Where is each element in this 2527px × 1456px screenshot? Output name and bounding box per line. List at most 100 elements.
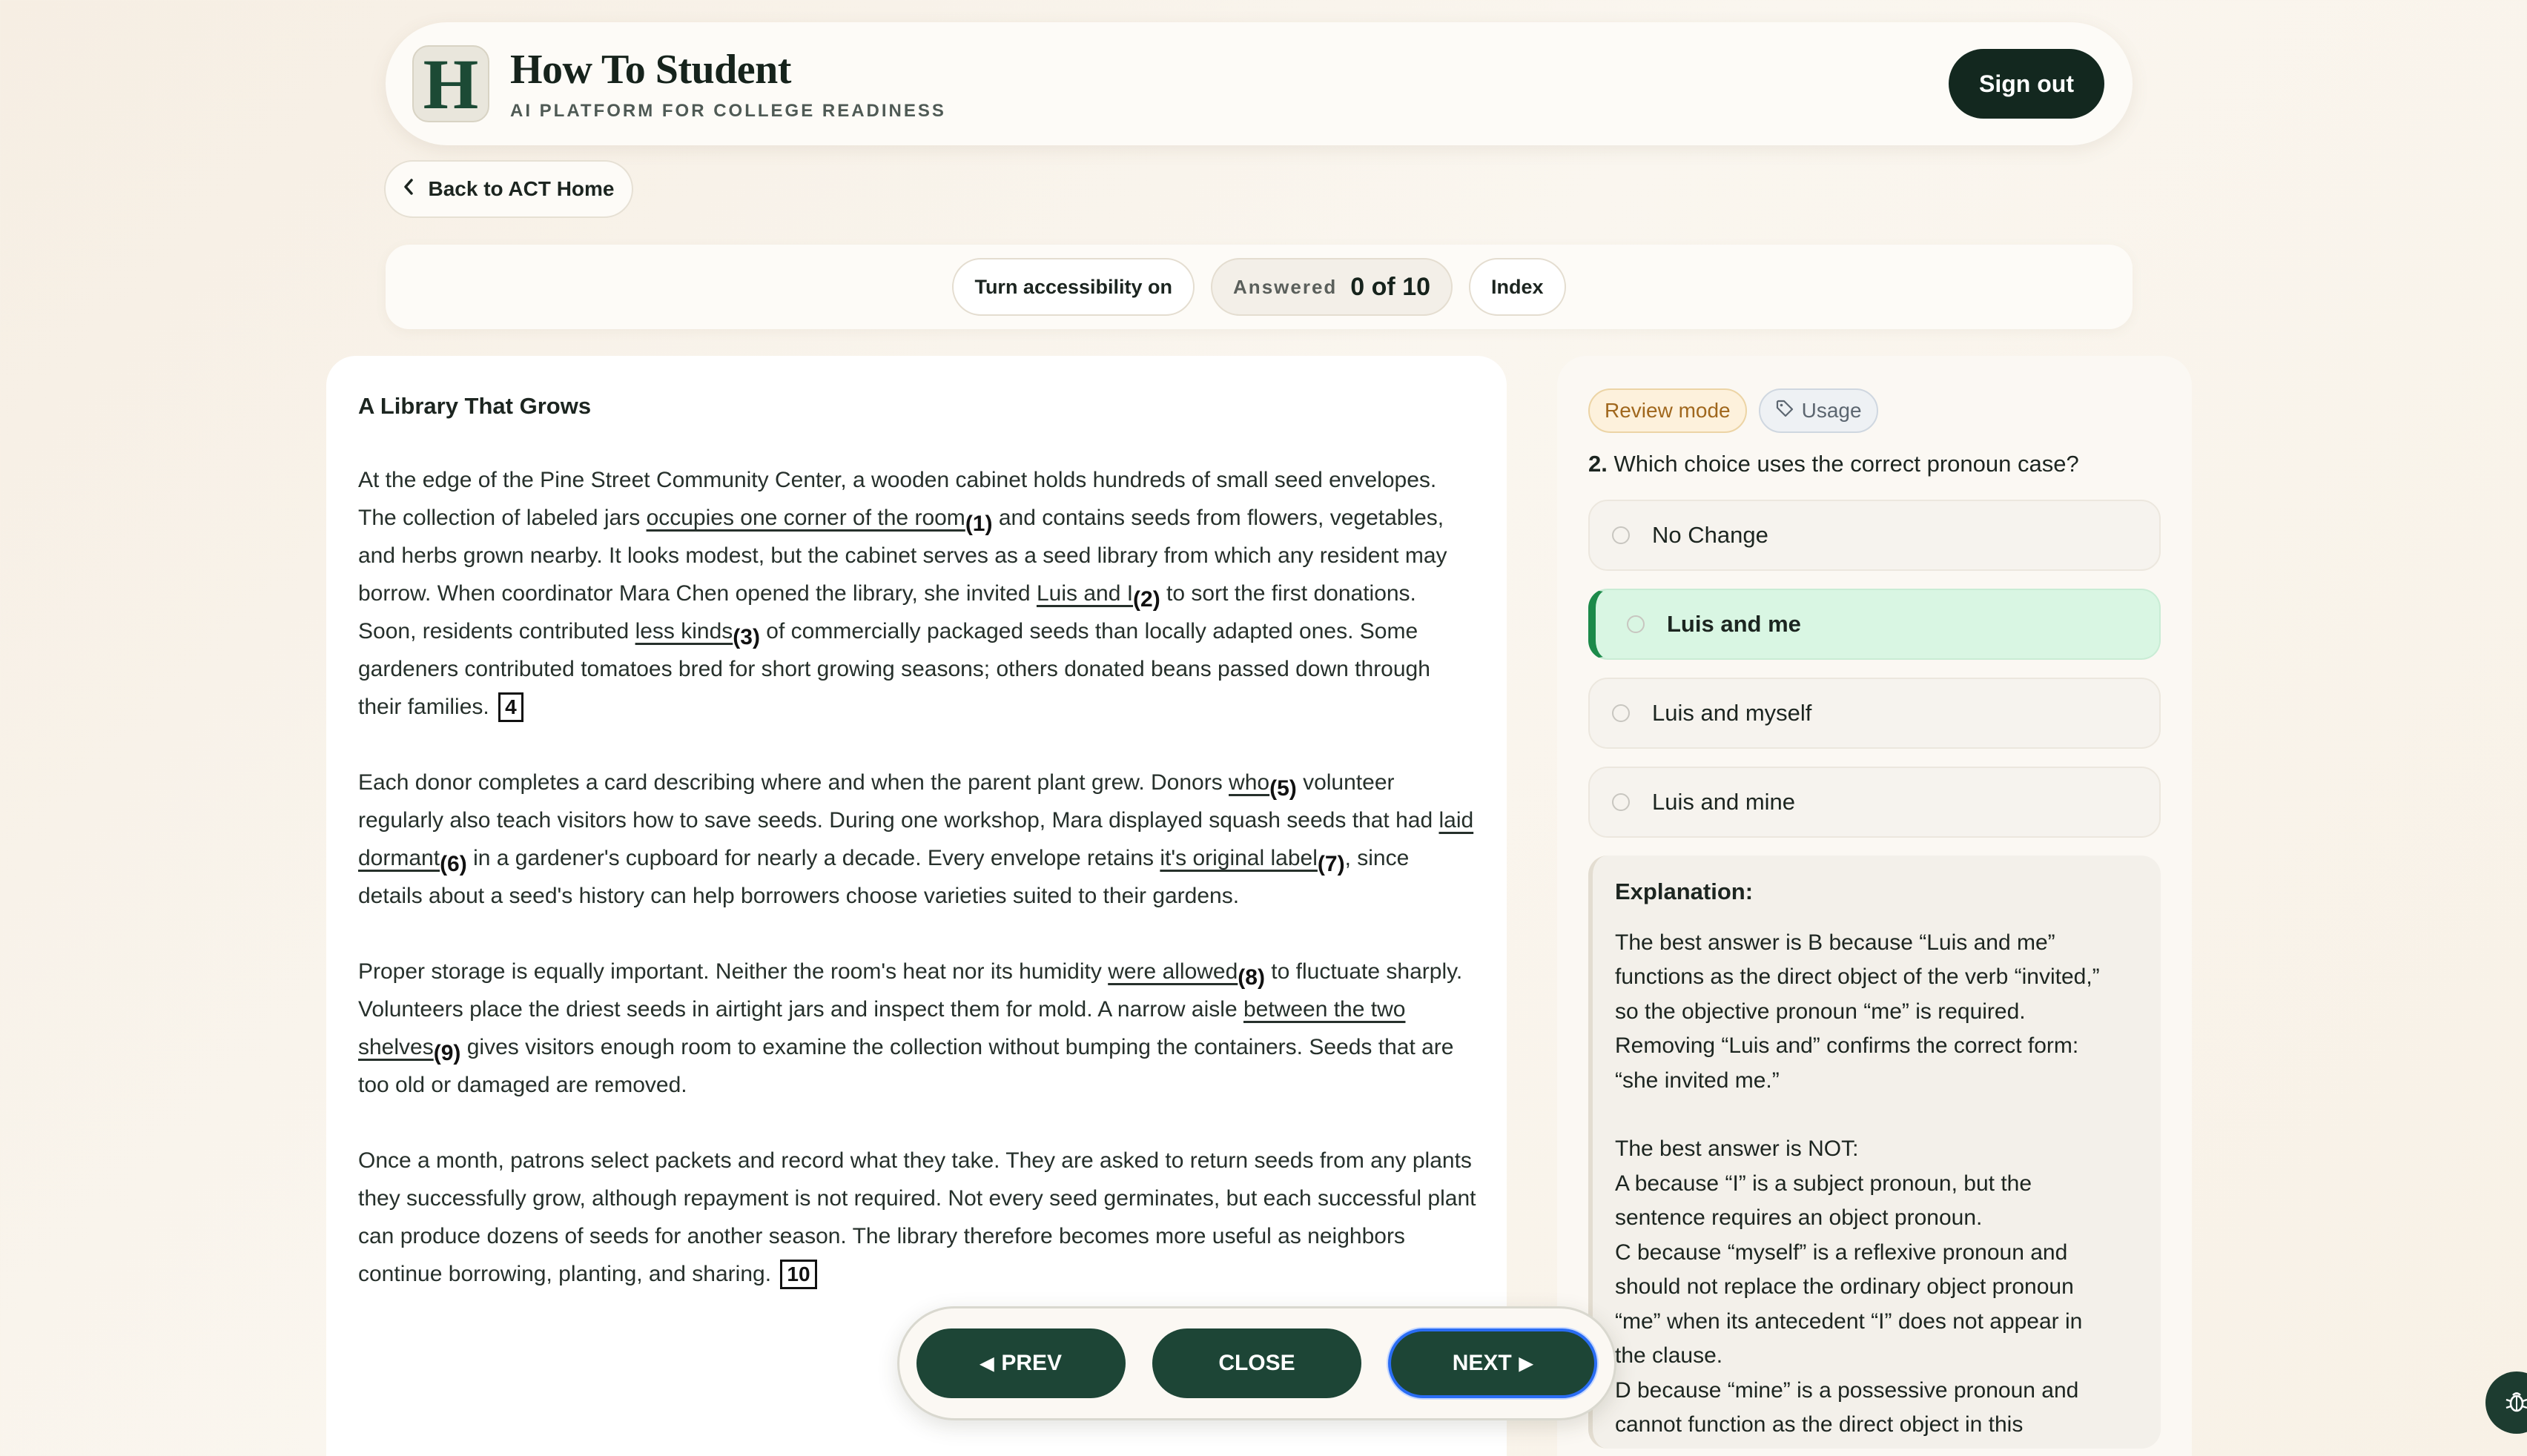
passage-text: Each donor completes a card describing w… xyxy=(358,770,1229,795)
question-text: Which choice uses the correct pronoun ca… xyxy=(1613,451,2079,477)
answer-choice[interactable]: No Change xyxy=(1588,500,2161,571)
answer-choice-label: No Change xyxy=(1652,522,1768,548)
underlined-portion[interactable]: Luis and I(2) xyxy=(1037,581,1160,612)
answer-choices: No Change Luis and me Luis and myself Luis … xyxy=(1588,500,2161,838)
question-marker: (8) xyxy=(1238,965,1265,990)
passage-text: gives visitors enough room to examine th… xyxy=(358,1035,1454,1097)
explanation-line: should not replace the ordinary object p… xyxy=(1615,1274,2074,1299)
explanation-line: so the objective pronoun “me” is require… xyxy=(1615,999,2026,1024)
chevron-left-icon xyxy=(403,177,414,201)
explanation-line: C because “myself” is a reflexive pronou… xyxy=(1615,1240,2068,1265)
explanation-body: The best answer is B because “Luis and m… xyxy=(1615,926,2138,1443)
app-header: H How To Student AI PLATFORM FOR COLLEGE… xyxy=(386,22,2133,145)
accessibility-toggle-button[interactable]: Turn accessibility on xyxy=(952,258,1195,316)
explanation-line: “me” when its antecedent “I” does not ap… xyxy=(1615,1308,2083,1334)
radio-icon xyxy=(1627,615,1645,633)
answer-choice-label: Luis and myself xyxy=(1652,700,1812,726)
test-toolbar: Turn accessibility on Answered 0 of 10 I… xyxy=(386,245,2133,329)
explanation-line: A because “I” is a subject pronoun, but … xyxy=(1615,1171,2032,1196)
explanation-line: Removing “Luis and” confirms the correct… xyxy=(1615,1033,2079,1058)
passage-paragraph: Each donor completes a card describing w… xyxy=(358,764,1477,915)
answer-choice[interactable]: Luis and myself xyxy=(1588,678,2161,749)
underlined-text: who xyxy=(1229,770,1270,795)
prev-label: PREV xyxy=(1001,1351,1063,1375)
explanation-line: cannot function as the direct object in … xyxy=(1615,1412,2024,1437)
question-number: 2. xyxy=(1588,451,1608,477)
close-button[interactable]: CLOSE xyxy=(1152,1328,1361,1398)
underlined-text: less kinds xyxy=(635,619,733,643)
next-label: NEXT xyxy=(1452,1351,1512,1375)
underlined-text: were allowed xyxy=(1108,959,1238,984)
radio-icon xyxy=(1612,526,1630,544)
question-marker: (3) xyxy=(733,625,760,649)
boxed-question-marker[interactable]: 4 xyxy=(498,692,523,722)
passage-paragraph: Proper storage is equally important. Nei… xyxy=(358,953,1477,1104)
explanation-box: Explanation: The best answer is B becaus… xyxy=(1588,856,2161,1449)
answer-choice-label: Luis and me xyxy=(1667,611,1801,637)
passage-text: Proper storage is equally important. Nei… xyxy=(358,959,1109,984)
underlined-text: occupies one corner of the room xyxy=(646,506,965,530)
brand-logo: H xyxy=(412,44,489,124)
answer-choice[interactable]: Luis and me xyxy=(1588,589,2161,660)
review-mode-tag: Review mode xyxy=(1588,388,1747,433)
question-nav-bar: ◀ PREV CLOSE NEXT ▶ xyxy=(897,1306,1616,1420)
back-button-label: Back to ACT Home xyxy=(428,177,615,200)
passage-text: in a gardener's cupboard for nearly a de… xyxy=(466,846,1160,870)
answered-value: 0 of 10 xyxy=(1350,272,1431,301)
question-marker: (5) xyxy=(1269,776,1297,801)
underlined-portion[interactable]: occupies one corner of the room(1) xyxy=(647,506,993,536)
underlined-text: Luis and I xyxy=(1036,581,1134,606)
explanation-title: Explanation: xyxy=(1615,878,1754,904)
explanation-spacer xyxy=(1615,1098,2138,1132)
question-marker: (9) xyxy=(433,1041,461,1065)
mode-tags: Review mode Usage xyxy=(1588,388,2161,433)
next-button[interactable]: NEXT ▶ xyxy=(1388,1328,1597,1398)
explanation-line: sentence requires an object pronoun. xyxy=(1615,1205,1983,1230)
passage-title: A Library That Grows xyxy=(358,393,592,419)
underlined-portion[interactable]: it's original label(7) xyxy=(1160,846,1344,876)
answer-choice[interactable]: Luis and mine xyxy=(1588,767,2161,838)
boxed-question-marker[interactable]: 10 xyxy=(780,1260,817,1289)
tag-icon xyxy=(1775,399,1794,423)
triangle-left-icon: ◀ xyxy=(980,1353,994,1374)
explanation-line: functions as the direct object of the ve… xyxy=(1615,964,2100,989)
explanation-line: “she invited me.” xyxy=(1615,1068,1780,1093)
question-panel: Review mode Usage 2. Which choice uses t… xyxy=(1557,356,2192,1456)
explanation-line: D because “mine” is a possessive pronoun… xyxy=(1615,1377,2079,1403)
index-button[interactable]: Index xyxy=(1469,258,1566,316)
question-marker: (6) xyxy=(440,852,467,876)
usage-tag[interactable]: Usage xyxy=(1758,388,1878,433)
passage-body: At the edge of the Pine Street Community… xyxy=(358,461,1477,1293)
passage-text: Once a month, patrons select packets and… xyxy=(358,1148,1476,1286)
explanation-line: The best answer is B because “Luis and m… xyxy=(1615,930,2055,955)
radio-icon xyxy=(1612,793,1630,811)
underlined-text: it's original label xyxy=(1160,846,1318,870)
underlined-portion[interactable]: less kinds(3) xyxy=(635,619,760,649)
answered-counter: Answered 0 of 10 xyxy=(1211,258,1453,316)
answer-choice-label: Luis and mine xyxy=(1652,789,1796,815)
prev-button[interactable]: ◀ PREV xyxy=(916,1328,1126,1398)
question-prompt: 2. Which choice uses the correct pronoun… xyxy=(1588,451,2161,477)
triangle-right-icon: ▶ xyxy=(1519,1353,1533,1374)
explanation-line: The best answer is NOT: xyxy=(1615,1136,1859,1161)
brand-block: How To Student AI PLATFORM FOR COLLEGE R… xyxy=(510,46,946,122)
question-marker: (7) xyxy=(1317,852,1345,876)
explanation-line: the clause. xyxy=(1615,1343,1723,1368)
bug-report-button[interactable] xyxy=(2485,1371,2527,1434)
back-to-act-home-button[interactable]: Back to ACT Home xyxy=(384,160,633,218)
underlined-portion[interactable]: who(5) xyxy=(1229,770,1297,801)
close-label: CLOSE xyxy=(1218,1351,1295,1375)
radio-icon xyxy=(1612,704,1630,722)
usage-tag-label: Usage xyxy=(1801,399,1862,422)
passage-paragraph: At the edge of the Pine Street Community… xyxy=(358,461,1477,726)
passage-paragraph: Once a month, patrons select packets and… xyxy=(358,1142,1477,1293)
bug-icon xyxy=(2502,1386,2527,1420)
question-marker: (2) xyxy=(1133,587,1160,612)
question-marker: (1) xyxy=(965,512,993,536)
answered-label: Answered xyxy=(1233,275,1338,298)
brand-subtitle: AI PLATFORM FOR COLLEGE READINESS xyxy=(510,101,946,121)
brand-title: How To Student xyxy=(510,47,791,93)
underlined-portion[interactable]: were allowed(8) xyxy=(1108,959,1265,990)
sign-out-button[interactable]: Sign out xyxy=(1949,49,2104,119)
passage-panel: A Library That Grows At the edge of the … xyxy=(326,356,1507,1456)
